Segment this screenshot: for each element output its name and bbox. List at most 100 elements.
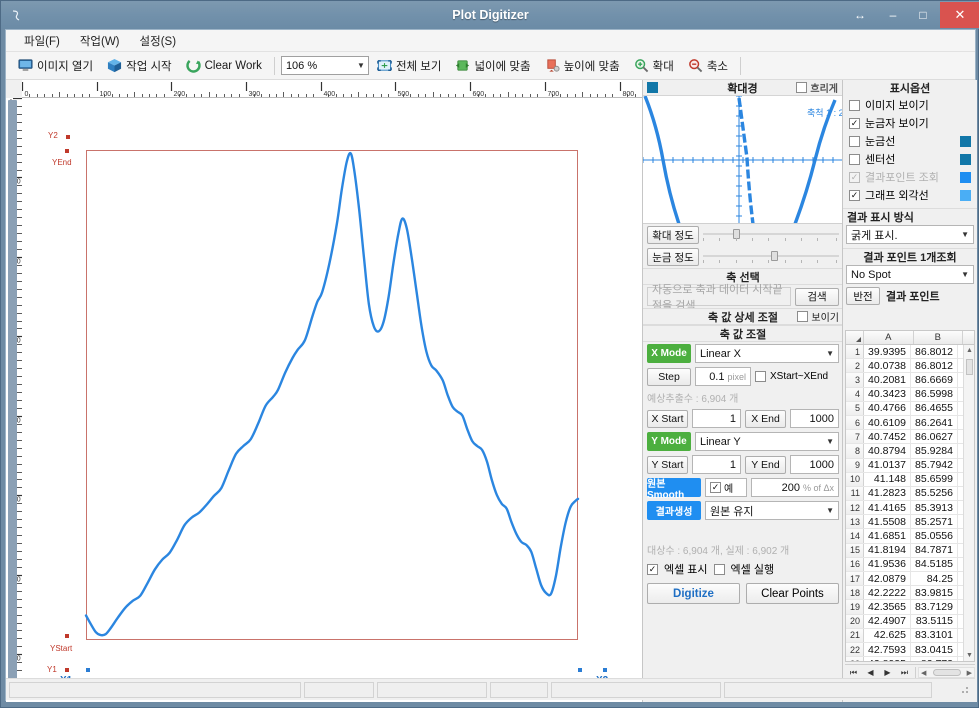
table-row[interactable]: 14 41.6851 85.0556: [846, 529, 974, 544]
grid-vscroll-thumb[interactable]: [966, 359, 973, 375]
grid-column-b[interactable]: B: [914, 331, 963, 344]
cell-a[interactable]: 42.2222: [864, 586, 911, 600]
menu-file[interactable]: 파일(F): [14, 31, 70, 51]
table-row[interactable]: 13 41.5508 85.2571: [846, 515, 974, 530]
cell-a[interactable]: 42.0879: [864, 572, 911, 586]
smooth-percent-input[interactable]: 200 % of Δx: [751, 478, 839, 497]
marker-y1-dot[interactable]: [65, 668, 69, 672]
cell-b[interactable]: 85.2571: [911, 515, 958, 529]
hscroll-left-icon[interactable]: ◀: [921, 669, 926, 677]
point-lookup-select[interactable]: No Spot ▼: [846, 265, 974, 284]
cell-a[interactable]: 41.6851: [864, 529, 911, 543]
cell-b[interactable]: 85.7942: [911, 458, 958, 472]
magnifier-color-swatch[interactable]: [647, 82, 658, 93]
display-option-color-swatch[interactable]: [960, 153, 971, 165]
xstart-xend-checkbox[interactable]: [755, 371, 766, 382]
x-mode-select[interactable]: Linear X ▼: [695, 344, 839, 363]
cell-b[interactable]: 86.2641: [911, 415, 958, 430]
table-row[interactable]: 7 40.7452 86.0627: [846, 430, 974, 445]
marker-ystart-dot[interactable]: [65, 634, 69, 638]
step-input[interactable]: 0.1 pixel: [695, 367, 751, 386]
marker-xend-dot[interactable]: [578, 668, 582, 672]
smooth-checkbox[interactable]: [710, 482, 721, 493]
grid-amount-slider[interactable]: [703, 250, 839, 264]
invert-button[interactable]: 반전: [846, 287, 880, 305]
cell-b[interactable]: 83.9815: [911, 586, 958, 600]
cell-a[interactable]: 40.0738: [864, 359, 911, 373]
cell-b[interactable]: 84.5185: [911, 557, 958, 571]
cell-a[interactable]: 41.4165: [864, 501, 911, 515]
cell-a[interactable]: 40.6109: [864, 415, 911, 430]
y-start-input[interactable]: 1: [692, 455, 741, 474]
result-grid[interactable]: A B 1 39.9395 86.8012 2 40.0738 86.8012 3 40.20…: [845, 330, 975, 662]
nav-last-button[interactable]: ⏭: [896, 668, 913, 678]
y-end-input[interactable]: 1000: [790, 455, 839, 474]
cell-b[interactable]: 83.5115: [911, 614, 958, 628]
scroll-up-icon[interactable]: ▲: [964, 345, 974, 356]
cell-a[interactable]: 41.5508: [864, 515, 911, 529]
horizontal-ruler[interactable]: 0100200300400500600700800: [22, 80, 642, 98]
table-row[interactable]: 10 41.148 85.6599: [846, 472, 974, 487]
cell-a[interactable]: 41.9536: [864, 557, 911, 571]
cell-b[interactable]: 84.7871: [911, 543, 958, 557]
cell-b[interactable]: 85.5256: [911, 486, 958, 501]
hscroll-right-icon[interactable]: ▶: [967, 669, 972, 677]
cell-a[interactable]: 41.148: [864, 472, 911, 486]
zoom-level-combo[interactable]: 106 % ▼: [280, 56, 369, 75]
table-row[interactable]: 6 40.6109 86.2641: [846, 415, 974, 431]
result-gen-select[interactable]: 원본 유지 ▼: [705, 501, 839, 520]
zoom-amount-slider[interactable]: [703, 228, 839, 242]
grid-amount-button[interactable]: 눈금 정도: [647, 248, 699, 266]
cell-b[interactable]: 86.5998: [911, 387, 958, 401]
cell-b[interactable]: 86.0627: [911, 430, 958, 444]
display-option-row[interactable]: 그래프 외각선: [843, 186, 977, 204]
table-row[interactable]: 5 40.4766 86.4655: [846, 401, 974, 416]
cell-b[interactable]: 84.25: [911, 572, 958, 586]
nav-prev-button[interactable]: ◀: [862, 668, 879, 677]
cell-a[interactable]: 41.0137: [864, 458, 911, 472]
clear-work-button[interactable]: Clear Work: [180, 56, 268, 75]
cell-a[interactable]: 42.4907: [864, 614, 911, 628]
table-row[interactable]: 19 42.3565 83.7129: [846, 600, 974, 615]
cell-a[interactable]: 40.2081: [864, 373, 911, 387]
table-row[interactable]: 18 42.2222 83.9815: [846, 586, 974, 601]
display-option-row[interactable]: 눈금선: [843, 132, 977, 150]
table-row[interactable]: 21 42.625 83.3101: [846, 628, 974, 643]
fit-width-button[interactable]: 넓이에 맞춤: [449, 56, 536, 76]
marker-yend-dot[interactable]: [65, 149, 69, 153]
cell-b[interactable]: 85.6599: [911, 472, 958, 486]
table-row[interactable]: 8 40.8794 85.9284: [846, 444, 974, 459]
marker-y2-dot[interactable]: [66, 135, 70, 139]
y-end-label[interactable]: Y End: [745, 455, 786, 474]
grid-column-a[interactable]: A: [864, 331, 914, 344]
display-option-row[interactable]: 눈금자 보이기: [843, 114, 977, 132]
table-row[interactable]: 16 41.9536 84.5185: [846, 557, 974, 572]
menu-work[interactable]: 작업(W): [70, 31, 130, 51]
nav-next-button[interactable]: ▶: [879, 668, 896, 677]
table-row[interactable]: 17 42.0879 84.25: [846, 572, 974, 587]
excel-show-checkbox[interactable]: [647, 563, 658, 575]
cell-a[interactable]: 42.8935: [864, 657, 911, 661]
marker-x1-dot[interactable]: [86, 668, 90, 672]
auto-search-input[interactable]: 자동으로 축과 데이터 시작끝점을 검색: [647, 284, 791, 312]
cell-a[interactable]: 41.8194: [864, 543, 911, 557]
display-option-checkbox[interactable]: [849, 135, 860, 147]
vertical-scroll-strip[interactable]: [8, 100, 17, 690]
table-row[interactable]: 2 40.0738 86.8012: [846, 359, 974, 374]
restore-size-button[interactable]: ↔: [842, 4, 878, 26]
magnifier-view[interactable]: 축척 1 : 2: [643, 96, 843, 224]
resize-grip-icon[interactable]: [960, 685, 970, 695]
table-row[interactable]: 9 41.0137 85.7942: [846, 458, 974, 473]
display-option-color-swatch[interactable]: [960, 171, 971, 183]
cell-b[interactable]: 86.8012: [911, 359, 958, 373]
table-row[interactable]: 12 41.4165 85.3913: [846, 501, 974, 516]
grid-horizontal-scrollbar[interactable]: ◀ ▶: [918, 667, 975, 678]
display-option-row[interactable]: 센터선: [843, 150, 977, 168]
x-end-input[interactable]: 1000: [790, 409, 839, 428]
x-end-label[interactable]: X End: [745, 409, 786, 428]
plot-canvas[interactable]: Y2 YEnd YStart Y1 X1 XStart XEnd X2: [22, 98, 642, 702]
scroll-down-icon[interactable]: ▼: [964, 650, 974, 661]
digitize-button[interactable]: Digitize: [647, 583, 740, 604]
fit-height-button[interactable]: 높이에 맞춤: [539, 56, 626, 76]
nav-first-button[interactable]: ⏮: [845, 668, 862, 678]
